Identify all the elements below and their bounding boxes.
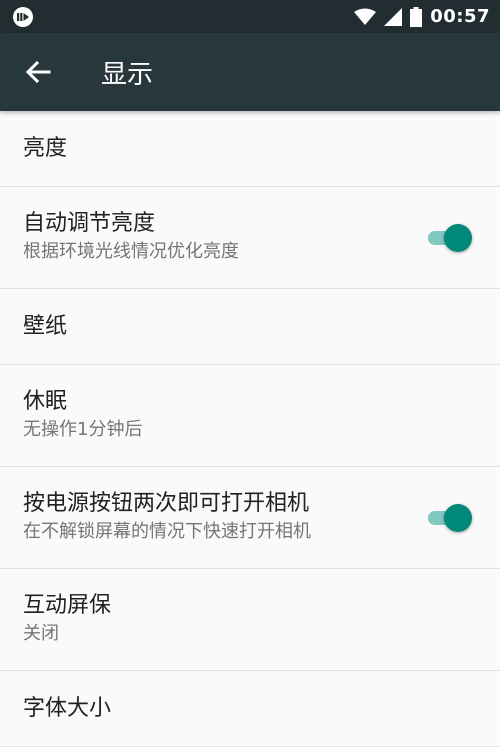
setting-title: 亮度: [23, 135, 68, 161]
app-bar: 显示: [0, 33, 500, 111]
setting-wallpaper[interactable]: 壁纸: [0, 289, 500, 365]
setting-camera-gesture[interactable]: 按电源按钮两次即可打开相机 在不解锁屏幕的情况下快速打开相机: [0, 467, 500, 569]
status-bar: 00:57: [0, 0, 500, 33]
status-clock: 00:57: [430, 6, 490, 27]
arrow-back-icon: [25, 59, 51, 85]
setting-subtitle: 无操作1分钟后: [23, 419, 143, 440]
setting-title: 壁纸: [23, 313, 68, 339]
cast-notification-icon: [12, 6, 34, 28]
toggle-thumb: [444, 503, 472, 532]
adaptive-brightness-toggle[interactable]: [428, 223, 472, 253]
battery-icon: [410, 6, 423, 27]
setting-sleep[interactable]: 休眠 无操作1分钟后: [0, 365, 500, 467]
setting-font-size[interactable]: 字体大小: [0, 671, 500, 747]
back-button[interactable]: [8, 42, 68, 102]
setting-subtitle: 关闭: [23, 623, 59, 644]
camera-gesture-toggle[interactable]: [428, 503, 472, 533]
setting-title: 字体大小: [23, 695, 112, 721]
setting-daydream[interactable]: 互动屏保 关闭: [0, 569, 500, 671]
wifi-icon: [354, 8, 377, 26]
setting-title: 休眠: [23, 389, 68, 414]
settings-list: 亮度 自动调节亮度 根据环境光线情况优化亮度 壁纸 休眠 无操作1分钟后 按电源…: [0, 111, 500, 747]
setting-brightness[interactable]: 亮度: [0, 111, 500, 187]
signal-icon: [384, 7, 403, 26]
setting-title: 互动屏保: [23, 593, 112, 618]
toggle-thumb: [444, 223, 472, 252]
setting-adaptive-brightness[interactable]: 自动调节亮度 根据环境光线情况优化亮度: [0, 187, 500, 289]
page-title: 显示: [101, 59, 154, 90]
